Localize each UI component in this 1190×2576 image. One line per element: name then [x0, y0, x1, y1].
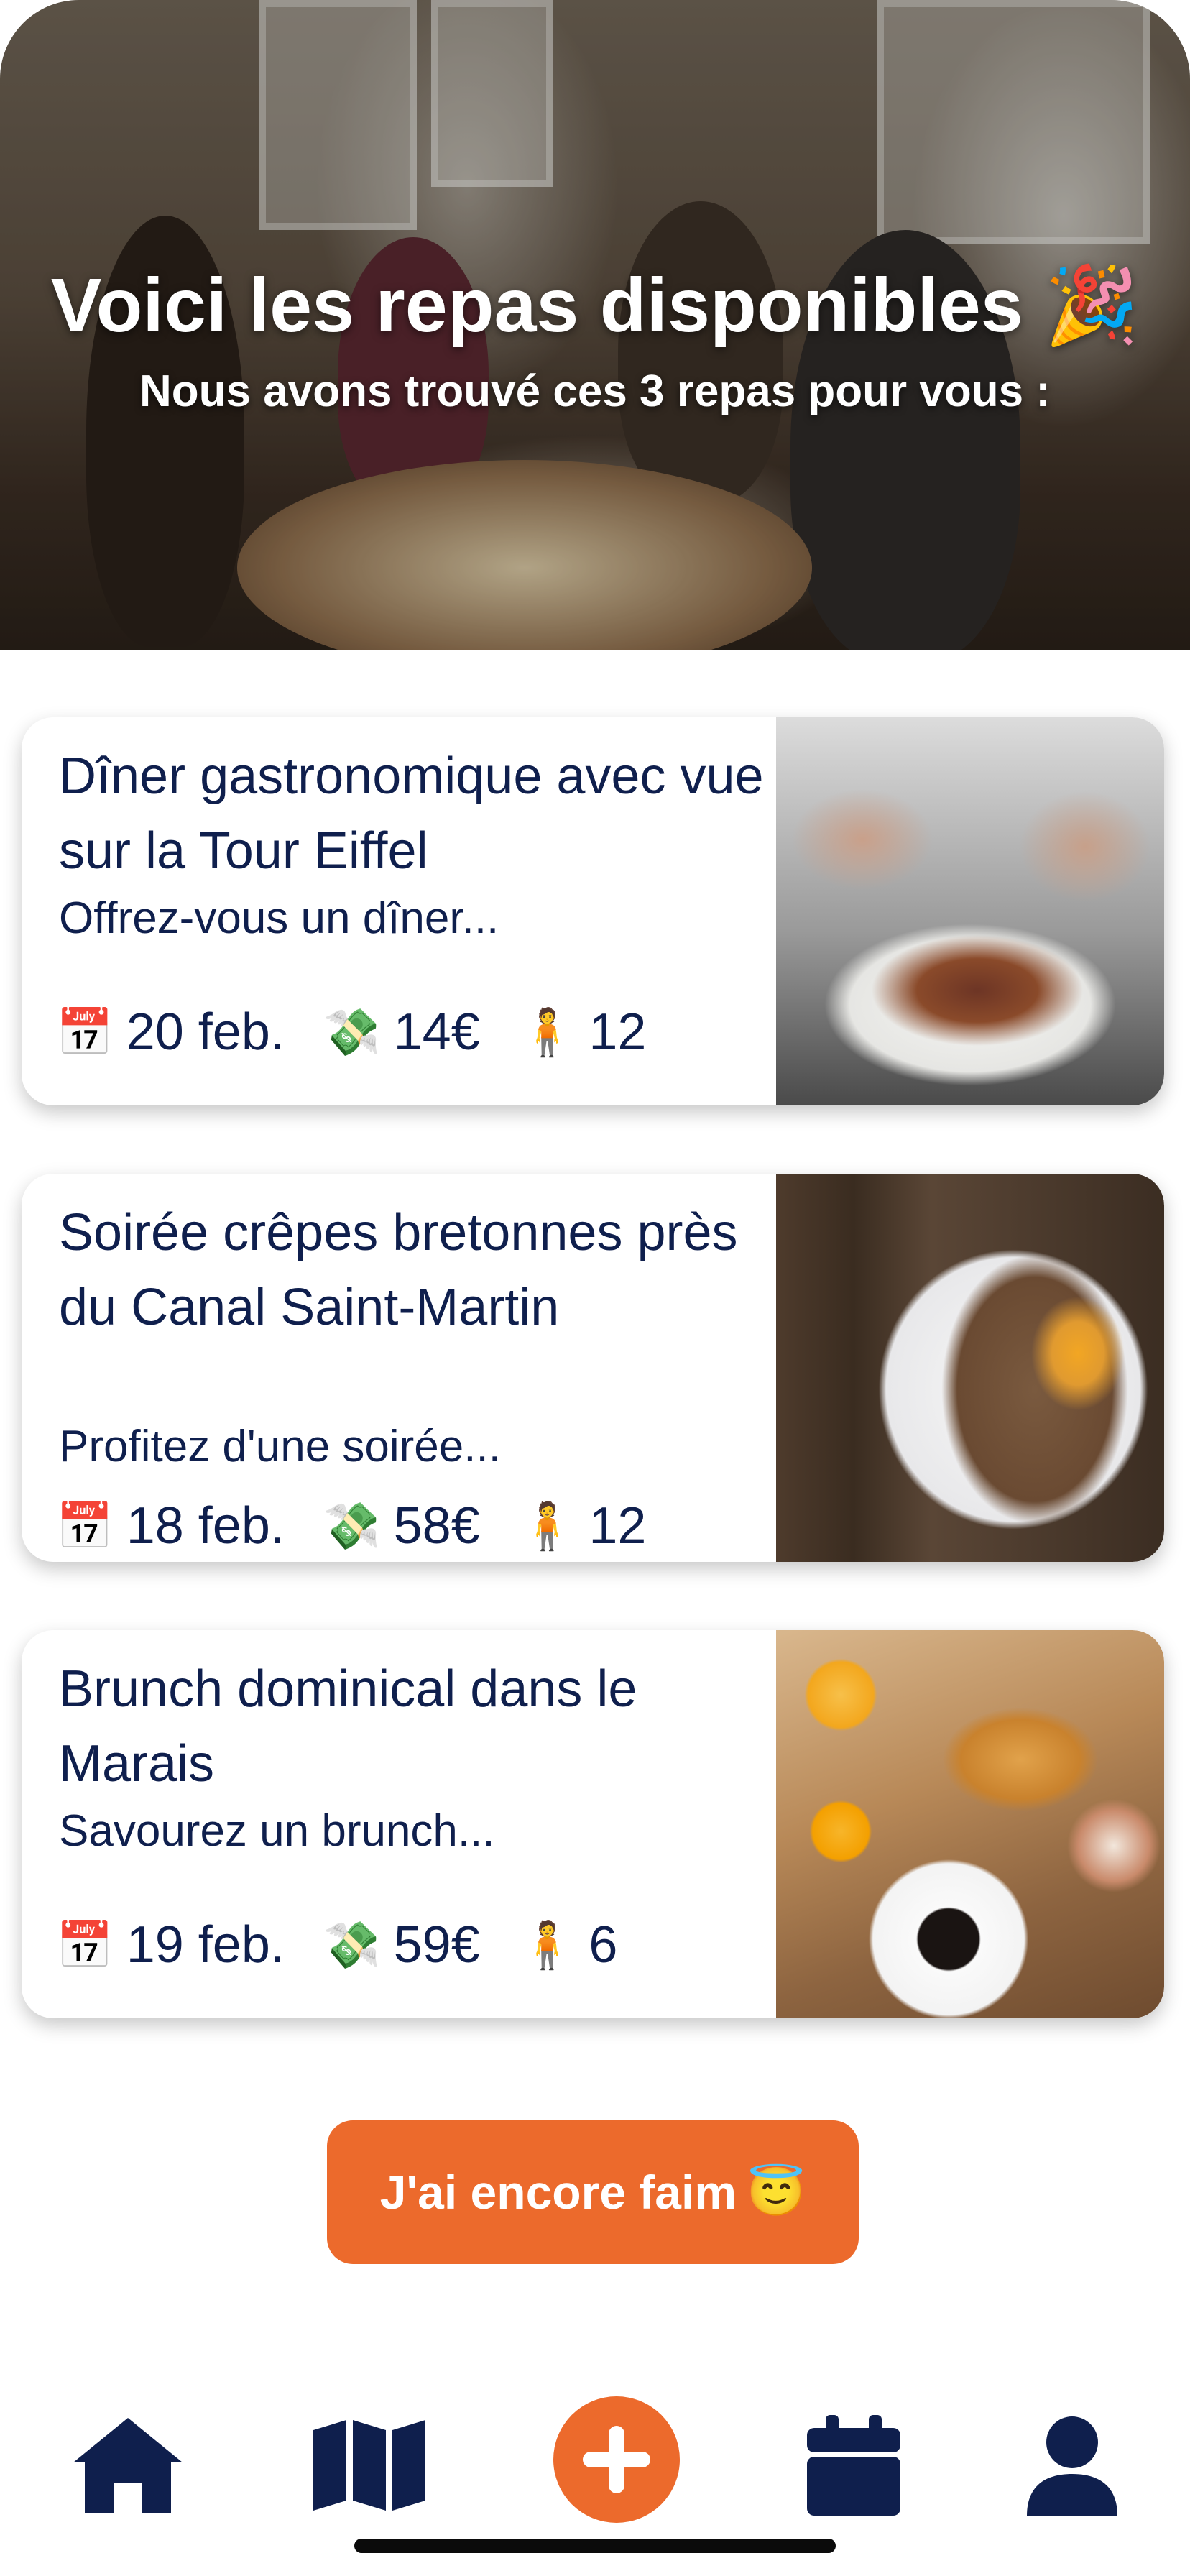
party-popper-icon: 🎉 — [1044, 263, 1140, 348]
calendar-icon: 📅 — [56, 1918, 114, 1971]
meal-description: Profitez d'une soirée... — [59, 1422, 501, 1471]
person-icon: 🧍 — [518, 1006, 576, 1058]
meal-price-value: 14€ — [393, 1003, 480, 1061]
home-indicator[interactable] — [354, 2539, 836, 2553]
hero-banner: Voici les repas disponibles 🎉 Nous avons… — [0, 0, 1190, 650]
more-meals-label: J'ai encore faim — [379, 2166, 737, 2219]
calendar-icon — [807, 2415, 900, 2516]
meal-card[interactable]: Brunch dominical dans le Marais Savourez… — [22, 1630, 1164, 2018]
meal-price: 💸 58€ — [323, 1496, 480, 1555]
more-meals-button[interactable]: J'ai encore faim 😇 — [327, 2120, 859, 2264]
map-icon — [313, 2420, 425, 2511]
page-title-text: Voici les repas disponibles — [50, 263, 1023, 348]
meal-date-value: 19 feb. — [126, 1916, 285, 1974]
meal-description: Savourez un brunch... — [59, 1806, 495, 1856]
nav-map[interactable] — [305, 2408, 434, 2523]
meal-image — [776, 1174, 1164, 1562]
money-icon: 💸 — [323, 1499, 381, 1552]
person-icon: 🧍 — [518, 1918, 576, 1971]
meal-price: 💸 59€ — [323, 1915, 480, 1974]
meal-date-value: 20 feb. — [126, 1003, 285, 1061]
bottom-nav — [0, 2386, 1190, 2530]
smiling-angel-icon: 😇 — [747, 2165, 806, 2218]
meal-guests: 🧍 6 — [519, 1915, 618, 1974]
meal-guests-value: 12 — [589, 1003, 647, 1061]
page-subtitle: Nous avons trouvé ces 3 repas pour vous … — [139, 367, 1051, 416]
meal-guests-value: 6 — [589, 1916, 618, 1974]
meal-image — [776, 717, 1164, 1105]
money-icon: 💸 — [323, 1006, 381, 1058]
meal-date: 📅 20 feb. — [56, 1003, 285, 1062]
meal-image — [776, 1630, 1164, 2018]
home-icon — [73, 2418, 183, 2513]
meal-price: 💸 14€ — [323, 1003, 480, 1062]
add-button[interactable] — [553, 2396, 680, 2523]
meal-guests-value: 12 — [589, 1497, 647, 1555]
meal-card[interactable]: Soirée crêpes bretonnes près du Canal Sa… — [22, 1174, 1164, 1562]
person-icon: 🧍 — [518, 1499, 576, 1552]
meal-guests: 🧍 12 — [519, 1496, 647, 1555]
nav-calendar[interactable] — [789, 2408, 918, 2523]
meal-meta: 📅 20 feb. 💸 14€ 🧍 12 — [56, 996, 646, 1068]
meal-title: Dîner gastronomique avec vue sur la Tour… — [59, 748, 764, 880]
calendar-icon: 📅 — [56, 1499, 114, 1552]
meal-meta: 📅 19 feb. 💸 59€ 🧍 6 — [56, 1909, 617, 1981]
meal-date: 📅 19 feb. — [56, 1915, 285, 1974]
meal-meta: 📅 18 feb. 💸 58€ 🧍 12 — [56, 1490, 646, 1562]
calendar-icon: 📅 — [56, 1006, 114, 1058]
money-icon: 💸 — [323, 1918, 381, 1971]
meal-price-value: 58€ — [393, 1497, 480, 1555]
meal-price-value: 59€ — [393, 1916, 480, 1974]
meal-date: 📅 18 feb. — [56, 1496, 285, 1555]
meal-guests: 🧍 12 — [519, 1003, 647, 1062]
profile-icon — [1027, 2416, 1117, 2516]
meal-title: Brunch dominical dans le Marais — [59, 1660, 637, 1793]
nav-profile[interactable] — [1007, 2408, 1137, 2523]
nav-add[interactable] — [552, 2395, 681, 2524]
nav-home[interactable] — [63, 2408, 193, 2523]
page-title: Voici les repas disponibles 🎉 — [0, 259, 1190, 352]
add-icon — [583, 2426, 650, 2493]
meal-card[interactable]: Dîner gastronomique avec vue sur la Tour… — [22, 717, 1164, 1105]
meal-title: Soirée crêpes bretonnes près du Canal Sa… — [59, 1204, 738, 1336]
meal-date-value: 18 feb. — [126, 1497, 285, 1555]
meal-description: Offrez-vous un dîner... — [59, 893, 499, 943]
